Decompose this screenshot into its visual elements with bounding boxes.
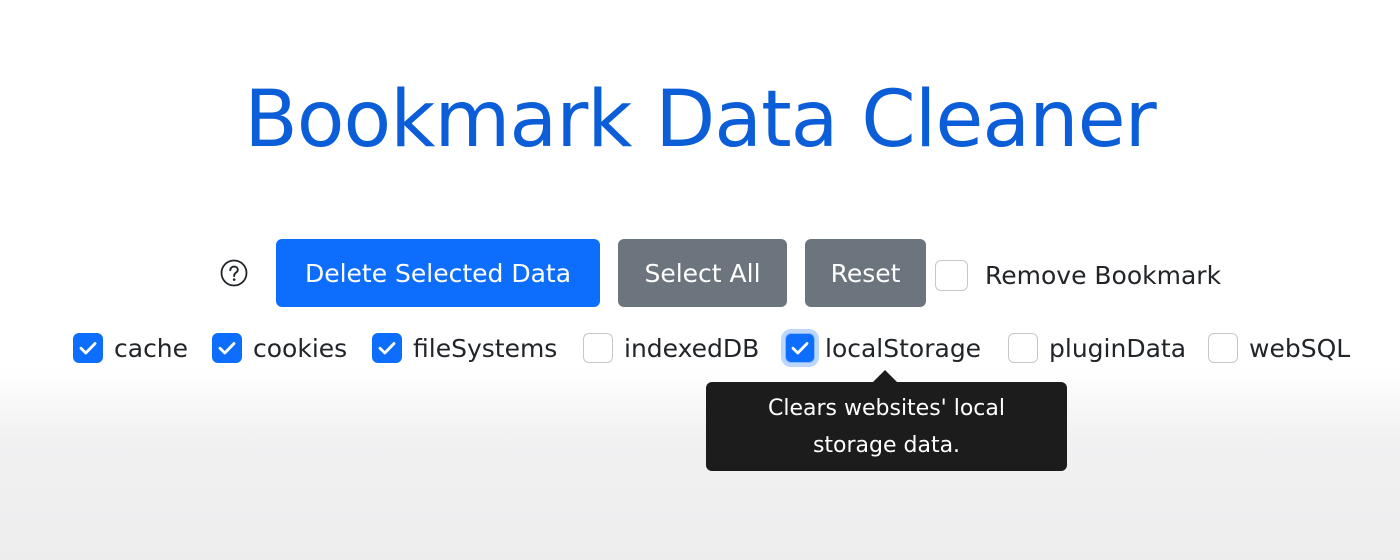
checkbox-filesystems[interactable] [372, 333, 402, 363]
checkbox-websql[interactable] [1208, 333, 1238, 363]
help-button[interactable] [220, 259, 248, 287]
checkbox-label-cookies: cookies [253, 334, 348, 363]
checkbox-indexeddb[interactable] [583, 333, 613, 363]
checkbox-label-websql: webSQL [1249, 334, 1351, 363]
checkbox-localstorage[interactable] [785, 333, 815, 363]
checkbox-label-localstorage: localStorage [825, 334, 982, 363]
question-circle-icon [220, 259, 248, 287]
check-icon [378, 342, 396, 355]
checkbox-label-filesystems: fileSystems [413, 334, 558, 363]
check-icon [791, 342, 809, 355]
page-title: Bookmark Data Cleaner [244, 75, 1156, 165]
reset-button[interactable]: Reset [805, 239, 926, 307]
check-icon [218, 342, 236, 355]
checkbox-cookies[interactable] [212, 333, 242, 363]
delete-selected-data-button[interactable]: Delete Selected Data [276, 239, 600, 307]
checkbox-label-cache: cache [114, 334, 189, 363]
tooltip: Clears websites' local storage data. [706, 382, 1067, 471]
select-all-button[interactable]: Select All [618, 239, 787, 307]
checkbox-cache[interactable] [73, 333, 103, 363]
checkbox-plugindata[interactable] [1008, 333, 1038, 363]
tooltip-arrow [873, 370, 897, 382]
remove-bookmark-label: Remove Bookmark [985, 261, 1222, 290]
checkbox-label-indexeddb: indexedDB [624, 334, 760, 363]
checkbox-label-plugindata: pluginData [1049, 334, 1187, 363]
remove-bookmark-checkbox[interactable] [935, 260, 968, 291]
tooltip-line-2: storage data. [812, 432, 961, 458]
tooltip-line-1: Clears websites' local [768, 395, 1005, 421]
check-icon [79, 342, 97, 355]
